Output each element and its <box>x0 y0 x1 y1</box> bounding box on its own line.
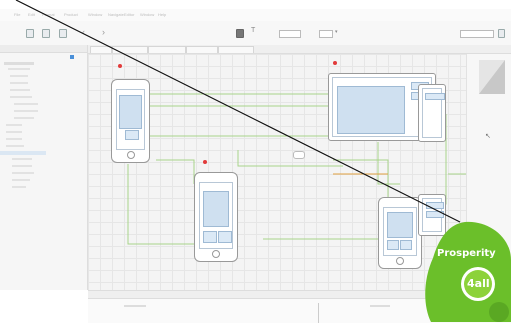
panel-divider <box>318 303 319 323</box>
scene-screen <box>383 207 417 256</box>
outline-item[interactable] <box>12 158 32 160</box>
view-button[interactable] <box>203 231 217 243</box>
document-outline <box>0 45 88 290</box>
scheme-icon[interactable] <box>59 29 67 38</box>
outline-item[interactable] <box>10 89 30 91</box>
outline-item[interactable] <box>10 82 28 84</box>
home-button <box>212 250 220 258</box>
scene-entry-marker <box>118 64 122 68</box>
menu-product[interactable]: Product <box>64 12 78 17</box>
content-view[interactable] <box>387 212 413 238</box>
zoom-field[interactable] <box>460 30 494 38</box>
toolbar: ‹ › T ▾ <box>0 21 511 46</box>
scene-screen <box>332 77 432 137</box>
device-selector[interactable] <box>319 30 333 38</box>
outline-item-selected[interactable] <box>0 151 46 155</box>
segue-line <box>237 150 343 167</box>
outline-item[interactable] <box>12 179 30 181</box>
pointer-icon: ↖ <box>485 133 491 140</box>
run-icon[interactable] <box>26 29 34 38</box>
chevron-down-icon[interactable]: ▾ <box>335 29 338 35</box>
home-button <box>126 151 135 159</box>
scheme-selector[interactable] <box>279 30 301 38</box>
scene-screen <box>422 88 445 138</box>
outline-item[interactable] <box>6 145 24 147</box>
view-button[interactable] <box>425 93 445 100</box>
menu-window-2[interactable]: Window <box>140 12 154 17</box>
segue-line <box>127 164 194 245</box>
menu-navigate[interactable]: Navigate <box>108 12 124 17</box>
tab[interactable] <box>90 46 112 53</box>
tab[interactable] <box>112 46 148 53</box>
content-view[interactable] <box>203 191 229 227</box>
view-button[interactable] <box>218 231 232 243</box>
tab[interactable] <box>186 46 218 53</box>
view-button[interactable] <box>426 211 444 218</box>
menu-format[interactable]: Format <box>42 12 55 17</box>
outline-item[interactable] <box>12 186 26 188</box>
outline-header <box>0 45 87 53</box>
prosperity4all-logo: Prosperity 4all <box>425 218 511 322</box>
library-icon[interactable] <box>236 29 244 38</box>
outline-item[interactable] <box>12 172 34 174</box>
outline-item[interactable] <box>8 68 30 70</box>
outline-search-icon[interactable] <box>70 55 74 59</box>
home-button <box>396 257 404 265</box>
view-button[interactable] <box>387 240 399 250</box>
scene-tablet-3[interactable] <box>418 84 446 142</box>
scene-entry-marker <box>333 61 337 65</box>
menu-help[interactable]: Help <box>158 12 166 17</box>
tab[interactable] <box>218 46 254 53</box>
tab[interactable] <box>148 46 186 53</box>
logo-badge: 4all <box>467 277 490 290</box>
stop-icon[interactable] <box>42 29 50 38</box>
outline-item[interactable] <box>14 103 38 105</box>
scene-phone-3[interactable] <box>378 197 422 269</box>
console-line <box>124 305 146 307</box>
outline-item[interactable] <box>6 138 22 140</box>
outline-item[interactable] <box>6 124 22 126</box>
view-button[interactable] <box>400 240 412 250</box>
panel-toggle-icon[interactable] <box>498 29 505 38</box>
outline-item[interactable] <box>10 96 32 98</box>
view-button[interactable] <box>125 130 139 140</box>
menu-editor[interactable]: Editor <box>124 12 134 17</box>
segue-line <box>156 159 195 184</box>
editor-tab-bar <box>88 45 511 54</box>
scene-placeholder[interactable] <box>293 151 305 159</box>
segue-line <box>377 142 400 185</box>
console-line <box>370 305 390 307</box>
forward-icon[interactable]: › <box>102 27 105 37</box>
scene-entry-marker <box>203 160 207 164</box>
menu-edit[interactable]: Edit <box>28 12 35 17</box>
outline-item[interactable] <box>12 165 32 167</box>
back-icon[interactable]: ‹ <box>82 27 85 37</box>
outline-item[interactable] <box>6 131 22 133</box>
outline-item[interactable] <box>14 117 34 119</box>
view-button[interactable] <box>426 202 444 209</box>
scene-phone-1[interactable] <box>111 79 150 163</box>
scene-phone-2[interactable] <box>194 172 238 262</box>
logo-shape <box>425 221 511 322</box>
text-tool-icon[interactable]: T <box>251 27 255 34</box>
outline-item[interactable] <box>14 110 38 112</box>
storyboard-canvas[interactable]: ↖ <box>88 54 490 290</box>
outline-item[interactable] <box>10 75 28 77</box>
scene-screen <box>199 182 233 249</box>
menu-window[interactable]: Window <box>88 12 102 17</box>
scene-screen <box>116 89 145 150</box>
menu-file[interactable]: File <box>14 12 20 17</box>
content-view[interactable] <box>119 95 142 129</box>
menu-bar: File Edit Format Product Window Navigate… <box>0 9 511 21</box>
thumbnail-shape <box>479 60 505 94</box>
content-view[interactable] <box>337 86 405 134</box>
logo-word: Prosperity <box>437 248 496 259</box>
outline-item[interactable] <box>4 62 34 65</box>
preview-thumbnail[interactable] <box>479 60 505 94</box>
